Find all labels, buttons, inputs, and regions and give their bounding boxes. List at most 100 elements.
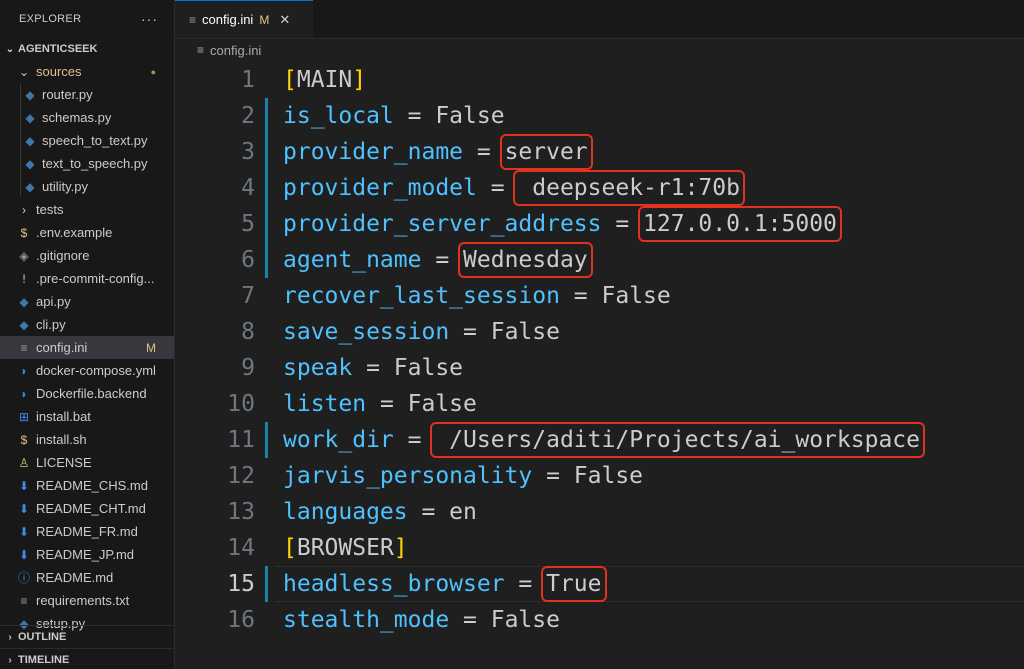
bracket-open: [ [283,67,297,93]
code-line: 16 stealth_mode = False [175,602,1024,638]
file-tree-item[interactable]: ⌄ sources ● [0,60,174,83]
ini-entry: is_local = False [283,98,505,134]
file-tree-item[interactable]: ≡ requirements.txt [0,589,174,612]
exclamation-icon: ! [22,271,26,286]
file-tree-item[interactable]: ⊞ install.bat [0,405,174,428]
file-tree-item[interactable]: ◈ .gitignore [0,244,174,267]
tab-config-ini[interactable]: ≡ config.ini M ✕ [175,0,313,38]
chevron-right-icon: › [8,654,12,666]
section-name: BROWSER [296,535,394,561]
markdown-icon: ⬇ [18,547,30,562]
file-tree-item[interactable]: ◆ router.py [0,83,174,106]
markdown-icon: ⬇ [18,478,30,493]
dollar-icon: $ [20,432,28,447]
close-icon[interactable]: ✕ [279,12,290,28]
config-key: headless_browser [283,571,505,597]
file-tree-item-label: sources [36,64,82,79]
outline-section[interactable]: › OUTLINE [0,625,174,648]
config-value: False [573,463,644,489]
markdown-icon: ⬇ [18,524,30,539]
file-tree-item-label: requirements.txt [36,593,130,608]
file-tree-item[interactable]: ! .pre-commit-config... [0,267,174,290]
file-tree-item-label: router.py [42,87,93,102]
chevron-right-icon: › [22,202,26,217]
license-icon: ♙ [18,455,30,470]
docker-icon: ◗ [20,363,28,378]
file-tree-item[interactable]: ◗ Dockerfile.backend [0,382,174,405]
equals-sign: = [407,499,450,525]
code-line: 6 agent_name = Wednesday [175,242,1024,278]
line-number: 4 [241,175,255,201]
explorer-sidebar: EXPLORER ··· ⌄ AGENTICSEEK ⌄ sources ● ◆ rou… [0,0,175,669]
ini-entry: listen = False [283,386,477,422]
timeline-section[interactable]: › TIMELINE [0,648,174,669]
file-tree-item-label: .env.example [36,225,113,240]
file-tree-item[interactable]: ⬇ README_FR.md [0,520,174,543]
file-tree-item-label: speech_to_text.py [42,133,148,148]
file-tree-item[interactable]: ⬇ README_CHT.md [0,497,174,520]
chevron-right-icon: › [8,631,12,643]
file-tree: ⌄ sources ● ◆ router.py ◆ schemas.py ◆ speech_to… [0,60,174,635]
file-tree-item[interactable]: ♙ LICENSE [0,451,174,474]
settings-file-icon: ≡ [197,43,205,57]
equals-sign: = [504,571,547,597]
file-tree-item[interactable]: $ install.sh [0,428,174,451]
ini-entry: languages = en [283,494,477,530]
explorer-title: EXPLORER [19,13,82,25]
config-key: listen [283,391,367,417]
highlighted-config-value: 127.0.0.1:5000 [638,206,842,242]
ini-entry: provider_model = deepseek-r1:70b [283,170,745,206]
equals-sign: = [449,607,491,633]
tab-label: config.ini [202,12,254,27]
line-number: 7 [241,283,255,309]
file-tree-item[interactable]: ⓘ README.md [0,566,174,589]
config-key: stealth_mode [283,607,450,633]
more-actions-icon[interactable]: ··· [141,11,158,27]
file-tree-item[interactable]: › tests [0,198,174,221]
breadcrumb[interactable]: ≡ config.ini [197,40,261,60]
code-line: 3 provider_name = server [175,134,1024,170]
ini-entry: recover_last_session = False [283,278,671,314]
settings-file-icon: ≡ [189,12,197,27]
code-line: 14 [BROWSER] [175,530,1024,566]
file-tree-item[interactable]: ◗ docker-compose.yml [0,359,174,382]
file-tree-item[interactable]: ◆ utility.py [0,175,174,198]
line-number: 1 [241,67,255,93]
ini-entry: headless_browser = True [283,566,607,602]
line-number: 8 [241,319,255,345]
chevron-down-icon: ⌄ [5,43,15,55]
equals-sign: = [393,103,436,129]
file-tree-item[interactable]: ◆ cli.py [0,313,174,336]
file-tree-item[interactable]: ⬇ README_CHS.md [0,474,174,497]
file-tree-item[interactable]: ◆ schemas.py [0,106,174,129]
file-tree-item[interactable]: ◆ api.py [0,290,174,313]
ini-entry: agent_name = Wednesday [283,242,593,278]
bracket-close: ] [352,67,367,93]
highlighted-config-value: /Users/aditi/Projects/ai_workspace [430,422,925,458]
file-tree-item-label: README_CHS.md [36,478,148,493]
settings-file-icon: ≡ [20,340,28,355]
project-section-header[interactable]: ⌄ AGENTICSEEK [0,38,174,60]
markdown-icon: ⬇ [18,501,30,516]
info-icon: ⓘ [17,571,30,585]
modified-badge: M [146,340,156,355]
file-tree-item-label: README.md [36,570,114,585]
code-line: 2 is_local = False [175,98,1024,134]
bracket-close: ] [393,535,408,561]
equals-sign: = [463,139,505,165]
python-icon: ◆ [25,110,35,125]
ini-entry: jarvis_personality = False [283,458,643,494]
file-tree-item[interactable]: ◆ text_to_speech.py [0,152,174,175]
file-tree-item[interactable]: ⬇ README_JP.md [0,543,174,566]
python-icon: ◆ [19,317,29,332]
file-tree-item[interactable]: $ .env.example [0,221,174,244]
ini-entry: stealth_mode = False [283,602,560,638]
file-tree-item[interactable]: ≡ config.ini M [0,336,174,359]
file-tree-item-label: Dockerfile.backend [36,386,147,401]
file-tree-item[interactable]: ◆ speech_to_text.py [0,129,174,152]
config-key: provider_name [283,139,464,165]
windows-icon: ⊞ [18,409,30,424]
line-number: 13 [227,499,255,525]
code-line: 5 provider_server_address = 127.0.0.1:500… [175,206,1024,242]
section-name: MAIN [296,67,353,93]
